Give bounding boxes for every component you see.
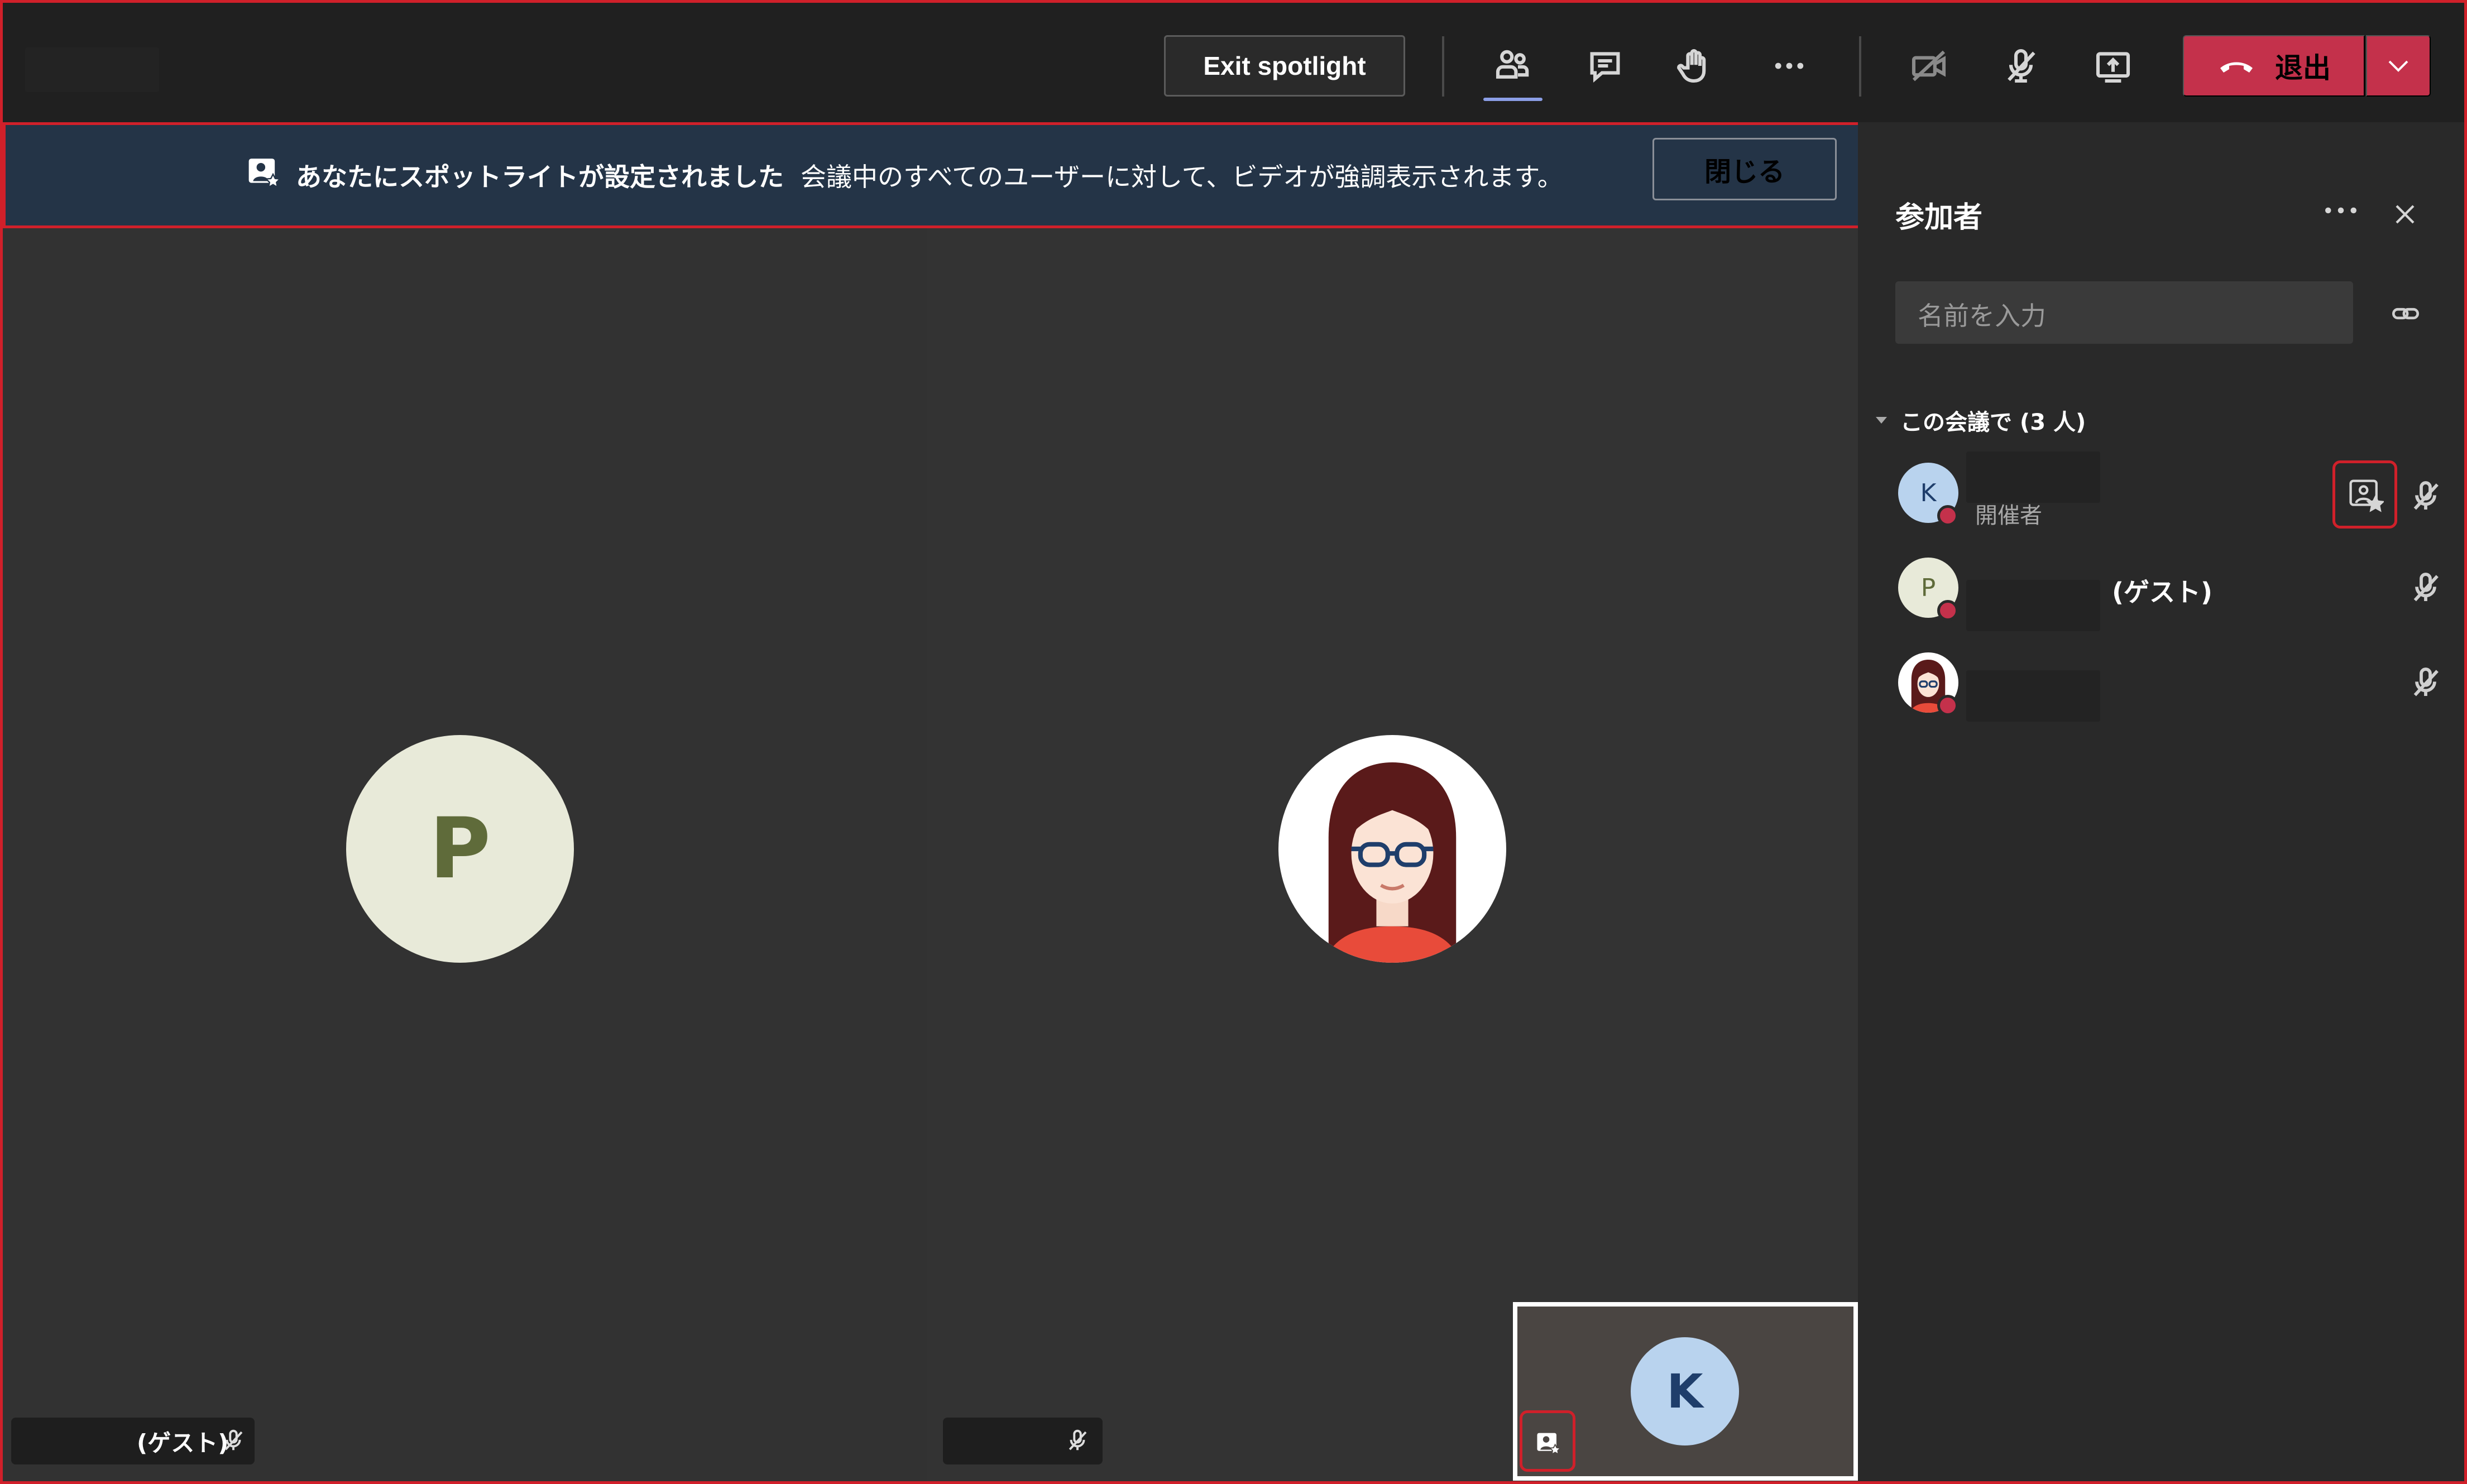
chevron-down-icon (2388, 60, 2408, 72)
participant-name-plate (943, 1418, 1103, 1464)
participant-row-guest[interactable]: P (ゲスト) (1858, 546, 2464, 631)
spotlight-notification-banner: あなたにスポットライトが設定されました 会議中のすべてのユーザーに対して、ビデオ… (3, 122, 1875, 228)
exit-spotlight-button[interactable]: Exit spotlight (1164, 35, 1405, 97)
section-header-in-meeting[interactable]: この会議で (3 人) (1874, 404, 2086, 436)
woman-avatar-icon (1278, 735, 1506, 963)
teams-meeting-window: Exit spotlight 退出 あなたにスポットライトが設定されました 会議… (0, 0, 2467, 1484)
spotlight-icon[interactable] (2347, 477, 2385, 514)
participant-name-suffix: (ゲスト) (2112, 577, 2213, 607)
more-icon[interactable] (2321, 200, 2360, 223)
camera-off-icon[interactable] (1898, 35, 1960, 97)
share-screen-icon[interactable] (2082, 35, 2144, 97)
leave-button[interactable]: 退出 (2183, 35, 2365, 97)
banner-close-button[interactable]: 閉じる (1652, 138, 1837, 200)
mic-off-icon[interactable] (2408, 570, 2444, 608)
participant-row-organizer[interactable]: K 開催者 (1858, 452, 2464, 535)
guest-name-plate: (ゲスト) (11, 1418, 255, 1464)
participant-name-redacted (1966, 670, 2100, 722)
self-view-tile[interactable]: K (1513, 1302, 1858, 1481)
section-label: この会議で (3 人) (1900, 410, 2086, 435)
self-avatar: K (1631, 1337, 1739, 1445)
meeting-toolbar: Exit spotlight 退出 (3, 3, 2464, 122)
mic-off-icon (224, 1429, 243, 1451)
mic-off-icon[interactable] (2408, 478, 2444, 516)
video-tile-participant[interactable] (927, 228, 1858, 1481)
leave-options-button[interactable] (2366, 35, 2431, 97)
mic-off-icon[interactable] (2408, 665, 2444, 703)
status-busy-icon (1937, 505, 1958, 526)
guest-avatar: P (346, 735, 574, 963)
participants-panel: 参加者 名前を入力 この会議で (3 人) K 開催者 P (ゲスト) (1858, 122, 2464, 1481)
toolbar-divider (1442, 36, 1444, 97)
guest-name-suffix: (ゲスト) (137, 1429, 229, 1457)
status-busy-icon (1937, 600, 1958, 621)
people-tab-active-indicator (1483, 98, 1543, 101)
mic-off-icon[interactable] (1990, 35, 2052, 97)
toolbar-divider (1859, 36, 1861, 97)
people-icon[interactable] (1482, 35, 1544, 97)
participant-role: 開催者 (1975, 503, 2042, 529)
spotlight-icon (246, 155, 282, 190)
participant-name-redacted (1966, 452, 2100, 503)
more-icon[interactable] (1759, 35, 1820, 97)
leave-label: 退出 (2275, 52, 2331, 84)
chat-icon[interactable] (1574, 35, 1636, 97)
mic-off-icon (1069, 1429, 1087, 1451)
banner-text: あなたにスポットライトが設定されました 会議中のすべてのユーザーに対して、ビデオ… (296, 125, 1563, 225)
participant-name-redacted (1966, 580, 2100, 631)
participant-row[interactable] (1858, 641, 2464, 725)
video-tile-guest[interactable]: P (ゲスト) (3, 228, 927, 1481)
banner-title: あなたにスポットライトが設定されました (296, 162, 784, 192)
phone-hangup-icon (2220, 62, 2253, 73)
search-placeholder: 名前を入力 (1918, 301, 2046, 331)
share-invite-link-icon[interactable] (2388, 296, 2423, 331)
raise-hand-icon[interactable] (1664, 35, 1726, 97)
meeting-timer-redacted (25, 47, 159, 92)
banner-message: 会議中のすべてのユーザーに対して、ビデオが強調表示されます。 (801, 162, 1563, 192)
caret-down-icon (1876, 417, 1887, 424)
status-busy-icon (1937, 695, 1958, 716)
panel-title: 参加者 (1895, 201, 1983, 234)
spotlight-icon (1535, 1430, 1561, 1456)
participant-search-input[interactable]: 名前を入力 (1895, 281, 2353, 344)
close-icon[interactable] (2391, 200, 2419, 228)
